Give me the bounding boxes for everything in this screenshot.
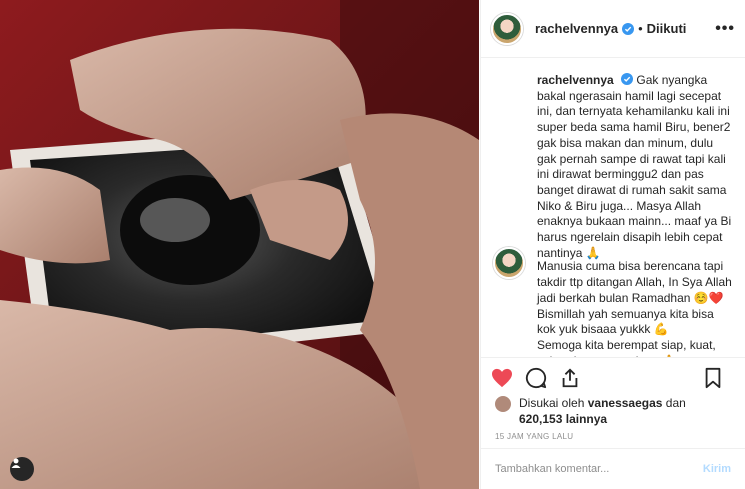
liker-avatar[interactable] (495, 396, 511, 412)
post-panel: rachelvennya • Diikuti ••• rachelvennya … (480, 0, 745, 489)
author-username[interactable]: rachelvennya (535, 21, 618, 36)
likes-and: dan (665, 396, 686, 410)
comment-form: Tambahkan komentar... Kirim (481, 448, 745, 489)
more-options-icon[interactable]: ••• (715, 20, 735, 38)
post-timestamp[interactable]: 15 JAM YANG LALU (495, 432, 573, 441)
separator-dot: • (638, 21, 643, 36)
caption-line: Bismillah yah semuanya kita bisa kok yuk… (537, 306, 714, 337)
verified-badge-icon (621, 73, 634, 85)
likes-summary: Disukai oleh vanessaegas dan 620,153 lai… (495, 395, 731, 427)
caption-body: Gak nyangka bakal ngerasain hamil lagi s… (537, 73, 732, 260)
caption-line: Semoga kita berempat siap, kuat, sehat d… (537, 337, 722, 357)
verified-badge-icon (622, 22, 635, 35)
post-photo[interactable] (0, 0, 479, 489)
post-comment-button[interactable]: Kirim (703, 463, 731, 475)
avatar[interactable] (493, 247, 525, 280)
likes-count[interactable]: 620,153 (519, 412, 562, 426)
caption-text: rachelvennya Gak nyangka bakal ngerasain… (537, 73, 733, 261)
caption: rachelvennya Gak nyangka bakal ngerasain… (493, 73, 733, 261)
liker-username[interactable]: vanessaegas (588, 396, 663, 410)
save-bookmark-icon[interactable] (703, 367, 723, 389)
action-bar (481, 357, 745, 397)
user-tag-icon[interactable] (10, 457, 34, 481)
comments-area[interactable]: rachelvennya Gak nyangka bakal ngerasain… (481, 59, 745, 357)
caption-line: Manusia cuma bisa berencana tapi takdir … (537, 259, 732, 305)
caption-continued: Manusia cuma bisa berencana tapi takdir … (493, 247, 733, 357)
caption-username[interactable]: rachelvennya (537, 73, 614, 87)
avatar[interactable] (491, 12, 523, 45)
follow-status-button[interactable]: Diikuti (647, 21, 687, 36)
post-header: rachelvennya • Diikuti ••• (481, 0, 745, 58)
comment-icon[interactable] (525, 367, 547, 389)
likes-prefix: Disukai oleh (519, 396, 585, 410)
share-icon[interactable] (559, 367, 581, 389)
ultrasound-photo (0, 0, 479, 489)
caption-continued-text: Manusia cuma bisa berencana tapi takdir … (537, 259, 733, 357)
like-heart-icon[interactable] (491, 368, 513, 388)
likes-suffix[interactable]: lainnya (566, 412, 607, 426)
caption-emoji: 🙏 (585, 245, 601, 260)
comment-input[interactable]: Tambahkan komentar... (495, 463, 609, 475)
